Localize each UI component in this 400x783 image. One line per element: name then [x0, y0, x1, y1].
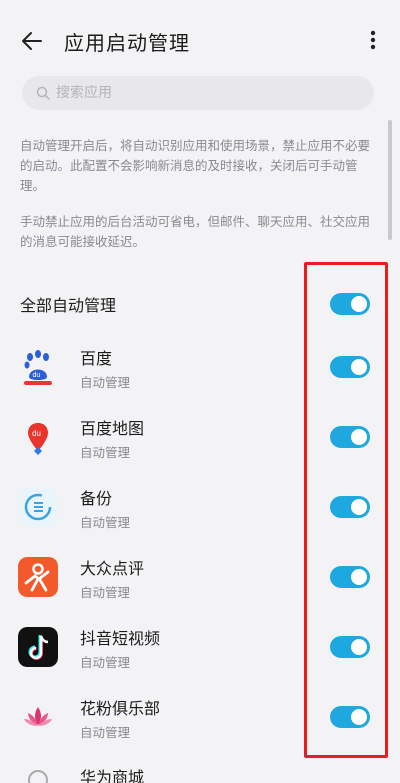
app-row-huafen: 花粉俱乐部 自动管理	[0, 682, 400, 752]
app-status: 自动管理	[80, 375, 131, 390]
all-auto-manage-label: 全部自动管理	[20, 296, 117, 315]
backup-icon	[18, 487, 58, 527]
search-input[interactable]	[56, 85, 356, 101]
app-toggle-backup[interactable]	[330, 496, 370, 518]
auto-manage-description: 自动管理开启后，将自动识别应用和使用场景，禁止应用不必要的启动。此配置不会影响新…	[20, 138, 371, 193]
app-name: 备份	[80, 489, 113, 508]
manual-manage-description: 手动禁止应用的后台活动可省电，但邮件、聊天应用、社交应用的消息可能接收延迟。	[20, 214, 371, 249]
app-row-vmall: 华为商城	[0, 760, 400, 783]
app-row-douyin: 抖音短视频 自动管理	[0, 612, 400, 682]
app-name: 花粉俱乐部	[80, 699, 161, 718]
back-button[interactable]	[12, 21, 52, 61]
app-status: 自动管理	[80, 725, 131, 740]
all-auto-manage-toggle[interactable]	[330, 293, 370, 315]
app-toggle-baidu[interactable]	[330, 356, 370, 378]
app-row-backup: 备份 自动管理	[0, 472, 400, 542]
vmall-icon	[28, 770, 48, 783]
svg-text:du: du	[33, 372, 41, 379]
app-row-dianping: 大众点评 自动管理	[0, 542, 400, 612]
app-name: 抖音短视频	[80, 629, 161, 648]
status-bar	[0, 0, 400, 10]
app-name: 大众点评	[80, 559, 145, 578]
app-status: 自动管理	[80, 585, 131, 600]
app-name: 百度	[80, 349, 113, 368]
baidu-map-icon: du	[18, 417, 58, 457]
app-status: 自动管理	[80, 515, 131, 530]
app-toggle-douyin[interactable]	[330, 636, 370, 658]
all-auto-manage-row: 全部自动管理	[0, 284, 400, 324]
app-name: 华为商城	[80, 768, 145, 783]
app-toggle-huafen[interactable]	[330, 706, 370, 728]
baidu-icon: du	[18, 347, 58, 387]
app-toggle-baidu-map[interactable]	[330, 426, 370, 448]
search-box[interactable]	[22, 76, 374, 110]
app-row-baidu-map: du 百度地图 自动管理	[0, 402, 400, 472]
app-status: 自动管理	[80, 445, 131, 460]
dianping-icon	[18, 557, 58, 597]
app-row-baidu: du 百度 自动管理	[0, 332, 400, 402]
search-icon	[36, 86, 50, 100]
more-vertical-icon	[370, 30, 376, 50]
huafen-icon	[18, 697, 58, 737]
douyin-icon	[18, 627, 58, 667]
scrollbar[interactable]	[388, 120, 392, 240]
more-options-button[interactable]	[358, 22, 388, 58]
svg-text:du: du	[32, 429, 41, 438]
app-status: 自动管理	[80, 655, 131, 670]
page-title: 应用启动管理	[64, 30, 190, 55]
app-bar: 应用启动管理	[0, 14, 400, 68]
arrow-left-icon	[22, 32, 42, 50]
app-toggle-dianping[interactable]	[330, 566, 370, 588]
app-name: 百度地图	[80, 419, 145, 438]
